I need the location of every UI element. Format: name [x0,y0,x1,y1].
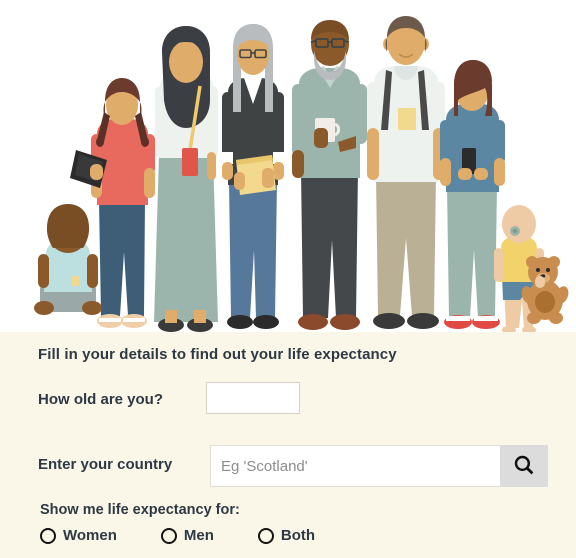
figure-woman-in-hijab [154,26,218,332]
radio-circle-women[interactable] [40,527,56,544]
search-icon [513,454,535,479]
search-button[interactable] [500,445,548,487]
radio-option-women[interactable]: Women [40,527,117,544]
age-input[interactable] [206,382,300,414]
country-row: Enter your country [38,445,548,487]
radio-label-both: Both [280,527,316,544]
radio-label-women: Women [63,527,117,544]
country-label: Enter your country [38,456,173,473]
radio-option-both[interactable]: Both [257,527,316,544]
country-input[interactable] [210,445,500,487]
form-intro-text: Fill in your details to find out your li… [38,346,397,363]
gender-radio-row: Women Men Both [40,527,540,544]
group-of-people-illustration [0,0,576,340]
radio-circle-men[interactable] [160,527,177,544]
life-expectancy-form: Fill in your details to find out your li… [0,332,576,558]
life-expectancy-widget: Fill in your details to find out your li… [0,0,576,558]
radio-option-men[interactable]: Men [160,527,214,544]
country-search-group [210,445,548,487]
radio-label-men: Men [183,527,214,544]
radio-circle-both[interactable] [257,527,274,544]
age-label: How old are you? [38,391,164,408]
age-row: How old are you? [38,382,548,422]
gender-heading: Show me life expectancy for: [40,502,240,518]
gender-choice-group: Show me life expectancy for: Women Men B… [40,502,540,544]
